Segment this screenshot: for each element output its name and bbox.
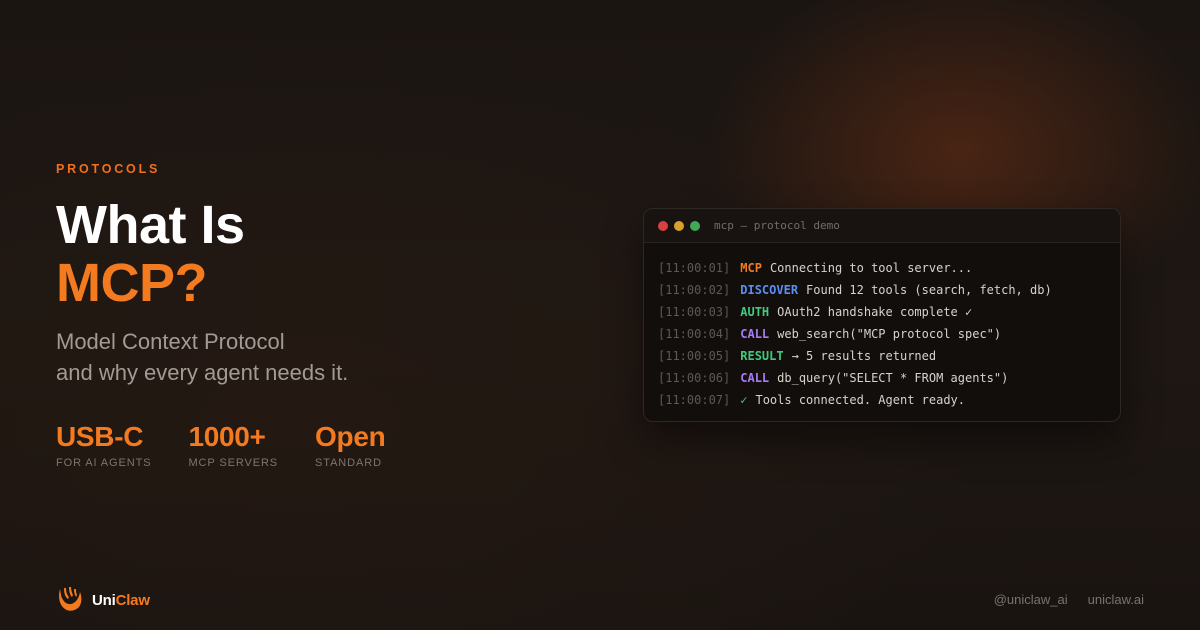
subtitle-line-1: Model Context Protocol [56, 329, 285, 354]
log-message: OAuth2 handshake complete ✓ [777, 305, 973, 319]
log-timestamp: [11:00:02] [658, 283, 731, 297]
log-line: [11:00:03] AUTH OAuth2 handshake complete … [658, 304, 1120, 326]
log-tag: DISCOVER [740, 283, 799, 297]
stat-value: USB-C [56, 421, 144, 452]
log-timestamp: [11:00:07] [658, 393, 731, 407]
brand-name-part-1: Uni [92, 591, 116, 609]
log-line: [11:00:01] MCP Connecting to tool server..… [658, 260, 1120, 282]
log-message: db_query("SELECT * FROM agents") [777, 371, 1009, 385]
log-timestamp: [11:00:06] [658, 371, 731, 385]
claw-logo-icon [59, 587, 82, 611]
social-handle-link[interactable]: @uniclaw_ai [994, 592, 1068, 607]
title-line-1: What Is [56, 195, 245, 255]
log-line: [11:00:07] ✓ Tools connected. Agent ready. [658, 392, 1120, 414]
page-title: What Is MCP? [56, 196, 245, 312]
website-link[interactable]: uniclaw.ai [1088, 592, 1144, 607]
log-timestamp: [11:00:03] [658, 305, 731, 319]
stat-label: STANDARD [315, 457, 382, 469]
stat-value: Open [315, 421, 386, 452]
stat-open: Open STANDARD [315, 420, 386, 469]
terminal-window: mcp — protocol demo [11:00:01] MCP Connect… [643, 208, 1121, 422]
log-timestamp: [11:00:04] [658, 327, 731, 341]
minimize-dot-icon [674, 220, 684, 231]
log-tag: CALL [740, 327, 770, 341]
log-message: Found 12 tools (search, fetch, db) [806, 283, 1052, 297]
close-dot-icon [658, 220, 668, 231]
stat-usb-c: USB-C FOR AI AGENTS [56, 420, 151, 469]
log-timestamp: [11:00:01] [658, 261, 731, 275]
log-message: → 5 results returned [791, 349, 937, 363]
terminal-title: mcp — protocol demo [714, 219, 840, 232]
log-line: [11:00:04] CALL web_search("MCP protocol s… [658, 326, 1120, 348]
terminal-title-bar: mcp — protocol demo [644, 209, 1120, 243]
log-tag: RESULT [740, 349, 784, 363]
brand-name: UniClaw [92, 592, 150, 609]
log-tag: ✓ [740, 393, 748, 407]
log-tag: MCP [740, 261, 762, 275]
subtitle-line-2: and why every agent needs it. [56, 360, 349, 385]
subtitle: Model Context Protocol and why every age… [56, 326, 348, 388]
log-message: Tools connected. Agent ready. [755, 393, 965, 407]
terminal-body: [11:00:01] MCP Connecting to tool server..… [644, 243, 1120, 414]
brand[interactable]: UniClaw [56, 586, 150, 614]
log-message: web_search("MCP protocol spec") [777, 327, 1002, 341]
log-tag: CALL [740, 371, 770, 385]
title-line-2: MCP? [56, 253, 207, 313]
log-tag: AUTH [740, 305, 770, 319]
category-eyebrow: PROTOCOLS [56, 162, 161, 176]
maximize-dot-icon [690, 220, 700, 231]
stat-servers: 1000+ MCP SERVERS [188, 420, 278, 469]
log-line: [11:00:06] CALL db_query("SELECT * FROM ag… [658, 370, 1120, 392]
stat-value: 1000+ [188, 421, 266, 452]
stats-row: USB-C FOR AI AGENTS 1000+ MCP SERVERS Op… [56, 420, 422, 469]
log-line: [11:00:02] DISCOVER Found 12 tools (search… [658, 282, 1120, 304]
log-timestamp: [11:00:05] [658, 349, 731, 363]
log-line: [11:00:05] RESULT → 5 results returned [658, 348, 1120, 370]
stat-label: MCP SERVERS [188, 457, 279, 469]
brand-name-part-2: Claw [115, 591, 150, 609]
stat-label: FOR AI AGENTS [56, 457, 152, 469]
log-message: Connecting to tool server... [769, 261, 973, 275]
footer-links: @uniclaw_ai uniclaw.ai [994, 592, 1144, 607]
